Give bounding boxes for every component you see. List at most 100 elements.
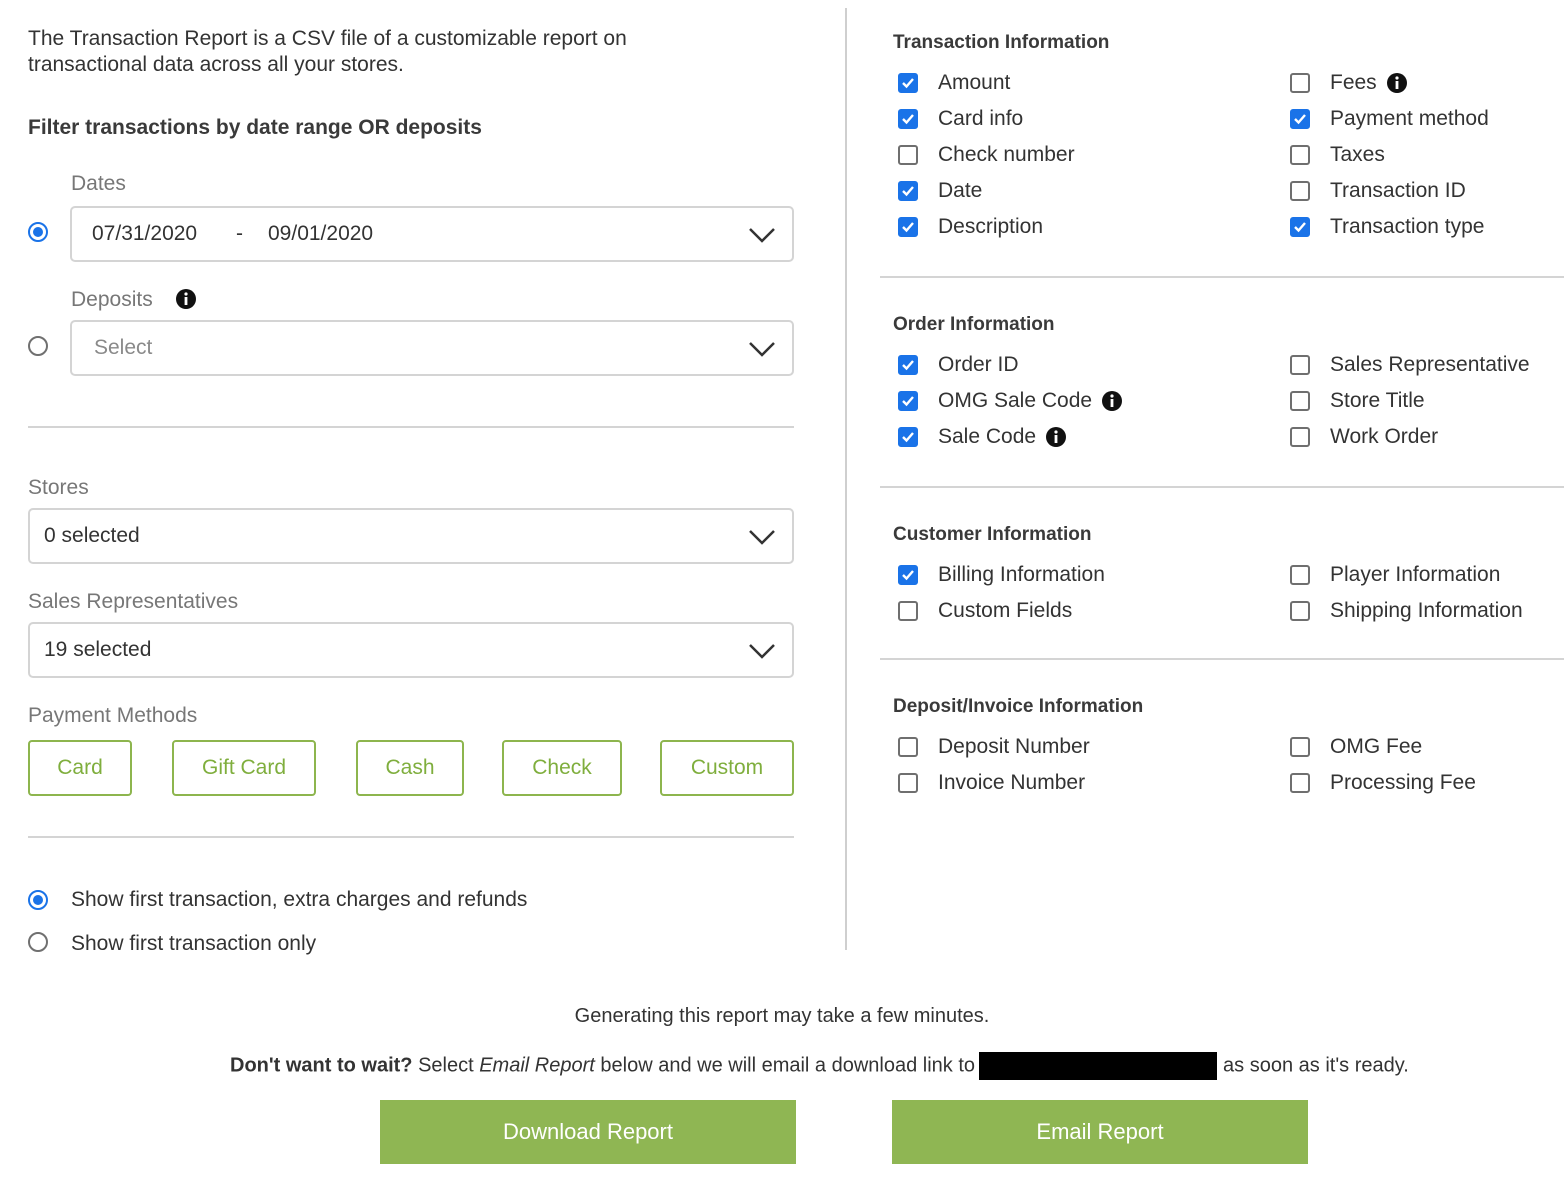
- filter-panel: The Transaction Report is a CSV file of …: [0, 0, 846, 955]
- payment-method-check-button[interactable]: Check: [502, 740, 622, 796]
- column-option-fees[interactable]: Fees: [1290, 70, 1407, 96]
- show-first-only-radio[interactable]: [28, 932, 48, 952]
- date-range-select[interactable]: 07/31/2020 - 09/01/2020: [70, 206, 794, 262]
- stores-select[interactable]: 0 selected: [28, 508, 794, 564]
- checkmark-icon: [902, 570, 914, 581]
- dates-label: Dates: [71, 172, 126, 195]
- column-option-store-title[interactable]: Store Title: [1290, 388, 1425, 414]
- checkbox[interactable]: [1290, 565, 1310, 585]
- sales-reps-value: 19 selected: [44, 638, 152, 661]
- checkbox[interactable]: [898, 601, 918, 621]
- column-option-shipping-information[interactable]: Shipping Information: [1290, 598, 1523, 624]
- payment-method-card-button[interactable]: Card: [28, 740, 132, 796]
- checkmark-icon: [902, 222, 914, 233]
- column-option-sale-code[interactable]: Sale Code: [898, 424, 1067, 450]
- checkbox[interactable]: [898, 355, 918, 375]
- download-report-button[interactable]: Download Report: [380, 1100, 796, 1164]
- checkbox[interactable]: [1290, 391, 1310, 411]
- payment-method-cash-button[interactable]: Cash: [356, 740, 464, 796]
- checkbox[interactable]: [898, 565, 918, 585]
- intro-text: The Transaction Report is a CSV file of …: [28, 26, 728, 78]
- column-option-deposit-number[interactable]: Deposit Number: [898, 734, 1090, 760]
- info-icon[interactable]: [1046, 427, 1067, 447]
- checkbox[interactable]: [1290, 73, 1310, 93]
- checkbox-label: Custom Fields: [938, 599, 1073, 622]
- intro-line: transactional data across all your store…: [28, 53, 404, 76]
- section-title-deposit-invoice-information: Deposit/Invoice Information: [893, 696, 1144, 717]
- checkbox[interactable]: [1290, 109, 1310, 129]
- checkbox[interactable]: [898, 391, 918, 411]
- column-option-omg-sale-code[interactable]: OMG Sale Code: [898, 388, 1123, 414]
- show-first-only-label: Show first transaction only: [71, 932, 317, 955]
- column-option-transaction-id[interactable]: Transaction ID: [1290, 178, 1466, 204]
- checkbox-label: Order ID: [938, 353, 1019, 376]
- chevron-down-icon: [749, 644, 775, 659]
- checkbox[interactable]: [1290, 145, 1310, 165]
- payment-methods-label: Payment Methods: [28, 704, 198, 727]
- column-option-player-information[interactable]: Player Information: [1290, 562, 1500, 588]
- section-divider: [880, 276, 1564, 278]
- checkbox-label: Transaction type: [1330, 215, 1485, 238]
- column-option-invoice-number[interactable]: Invoice Number: [898, 770, 1085, 796]
- deposits-radio[interactable]: [28, 336, 48, 356]
- checkbox[interactable]: [1290, 181, 1310, 201]
- payment-method-gift-card-button[interactable]: Gift Card: [172, 740, 316, 796]
- date-separator: -: [236, 222, 243, 245]
- column-option-payment-method[interactable]: Payment method: [1290, 106, 1489, 132]
- checkbox[interactable]: [898, 181, 918, 201]
- info-icon[interactable]: [1386, 73, 1407, 93]
- deposits-select[interactable]: Select: [70, 320, 794, 376]
- checkbox-label: Description: [938, 215, 1044, 238]
- column-option-date[interactable]: Date: [898, 178, 982, 204]
- column-option-order-id[interactable]: Order ID: [898, 352, 1019, 378]
- checkbox[interactable]: [1290, 773, 1310, 793]
- column-option-billing-information[interactable]: Billing Information: [898, 562, 1105, 588]
- show-all-transactions-label: Show first transaction, extra charges an…: [71, 888, 528, 911]
- checkbox[interactable]: [1290, 217, 1310, 237]
- info-icon[interactable]: [1102, 391, 1123, 411]
- date-start: 07/31/2020: [92, 222, 198, 245]
- dates-radio[interactable]: [28, 222, 48, 242]
- intro-line: The Transaction Report is a CSV file of …: [28, 27, 627, 50]
- checkbox[interactable]: [898, 773, 918, 793]
- section-title-customer-information: Customer Information: [893, 524, 1092, 545]
- checkbox[interactable]: [898, 427, 918, 447]
- divider: [28, 426, 794, 428]
- show-all-transactions-radio[interactable]: [28, 890, 48, 910]
- checkmark-icon: [902, 186, 914, 197]
- column-option-transaction-type[interactable]: Transaction type: [1290, 214, 1484, 240]
- divider: [28, 836, 794, 838]
- checkbox-label: OMG Fee: [1330, 735, 1423, 758]
- column-option-sales-representative[interactable]: Sales Representative: [1290, 352, 1530, 378]
- email-notice-bold: Don't want to wait?: [230, 1054, 413, 1077]
- email-notice-text: below and we will email a download link …: [594, 1054, 976, 1077]
- column-option-description[interactable]: Description: [898, 214, 1043, 240]
- column-option-omg-fee[interactable]: OMG Fee: [1290, 734, 1422, 760]
- checkbox[interactable]: [898, 73, 918, 93]
- checkbox-label: Sales Representative: [1330, 353, 1530, 376]
- checkbox-label: Taxes: [1330, 143, 1385, 166]
- checkbox[interactable]: [898, 737, 918, 757]
- column-option-amount[interactable]: Amount: [898, 70, 1010, 96]
- checkbox[interactable]: [1290, 355, 1310, 375]
- checkbox[interactable]: [898, 109, 918, 129]
- email-notice-text: Select: [412, 1054, 480, 1077]
- checkmark-icon: [902, 114, 914, 125]
- checkbox[interactable]: [1290, 737, 1310, 757]
- column-option-card-info[interactable]: Card info: [898, 106, 1023, 132]
- checkbox[interactable]: [1290, 601, 1310, 621]
- checkbox[interactable]: [1290, 427, 1310, 447]
- column-option-check-number[interactable]: Check number: [898, 142, 1075, 168]
- checkbox[interactable]: [898, 145, 918, 165]
- sales-reps-select[interactable]: 19 selected: [28, 622, 794, 678]
- checkbox[interactable]: [898, 217, 918, 237]
- chevron-down-icon: [749, 228, 775, 243]
- payment-method-custom-button[interactable]: Custom: [660, 740, 794, 796]
- email-report-button[interactable]: Email Report: [892, 1100, 1308, 1164]
- column-option-custom-fields[interactable]: Custom Fields: [898, 598, 1072, 624]
- column-option-processing-fee[interactable]: Processing Fee: [1290, 770, 1476, 796]
- column-option-taxes[interactable]: Taxes: [1290, 142, 1385, 168]
- sales-reps-label: Sales Representatives: [28, 590, 239, 613]
- column-option-work-order[interactable]: Work Order: [1290, 424, 1438, 450]
- info-icon[interactable]: [176, 289, 196, 309]
